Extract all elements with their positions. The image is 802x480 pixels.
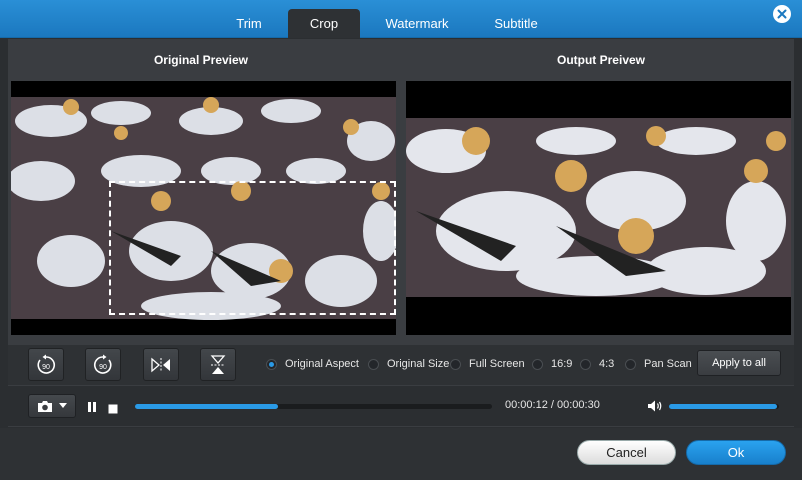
aspect-option-label: Original Size <box>387 358 450 370</box>
tab-strip: Trim Crop Watermark Subtitle <box>210 9 558 38</box>
aspect-16-9[interactable]: 16:9 <box>532 358 572 370</box>
svg-text:90: 90 <box>99 364 107 371</box>
aspect-4-3[interactable]: 4:3 <box>580 358 614 370</box>
radio-dot <box>580 358 591 370</box>
output-frame-image <box>406 81 791 335</box>
radio-dot <box>532 358 543 370</box>
close-button[interactable] <box>773 5 791 23</box>
aspect-full-screen[interactable]: Full Screen <box>450 358 525 370</box>
aspect-option-label: Pan Scan <box>644 358 692 370</box>
dialog-footer: Cancel Ok <box>0 428 802 480</box>
playback-progress-bar[interactable] <box>135 404 492 409</box>
tab-crop[interactable]: Crop <box>288 9 360 38</box>
tab-watermark[interactable]: Watermark <box>360 9 474 38</box>
title-bar: Trim Crop Watermark Subtitle <box>0 0 802 38</box>
aspect-option-label: Full Screen <box>469 358 525 370</box>
output-preview-label: Output Preivew <box>556 53 645 67</box>
svg-text:90: 90 <box>42 364 50 371</box>
snapshot-button[interactable] <box>28 394 76 418</box>
radio-dot <box>450 358 461 370</box>
flip-vertical-button[interactable] <box>200 348 236 381</box>
original-preview-label: Original Preview <box>153 53 249 67</box>
radio-dot <box>625 358 636 370</box>
time-readout: 00:00:12 / 00:00:30 <box>505 399 600 411</box>
rotate-right-button[interactable]: 90 <box>85 348 121 381</box>
radio-dot <box>368 358 379 370</box>
aspect-original-size[interactable]: Original Size <box>368 358 449 370</box>
volume-fill <box>669 404 777 409</box>
volume-icon <box>648 400 662 412</box>
volume-slider[interactable] <box>669 404 779 409</box>
player-controls: 00:00:12 / 00:00:30 <box>8 385 794 427</box>
volume-button[interactable] <box>647 399 663 413</box>
chevron-down-icon <box>59 403 67 408</box>
ok-button[interactable]: Ok <box>686 440 786 465</box>
rotate-left-90-icon: 90 <box>37 354 56 374</box>
aspect-original-aspect[interactable]: Original Aspect <box>266 358 359 370</box>
pause-button[interactable] <box>86 400 98 412</box>
crop-selection-box[interactable] <box>109 181 396 315</box>
cancel-button[interactable]: Cancel <box>577 440 676 465</box>
stop-button[interactable] <box>108 401 118 414</box>
aspect-option-label: Original Aspect <box>285 358 359 370</box>
flip-horizontal-button[interactable] <box>143 348 179 381</box>
preview-area: Original Preview Output Preivew <box>8 39 794 345</box>
rotate-right-90-icon: 90 <box>93 354 112 374</box>
flip-horizontal-icon <box>151 357 170 372</box>
pause-icon <box>88 402 96 412</box>
output-video <box>406 81 791 335</box>
stop-icon <box>108 404 118 414</box>
tab-trim[interactable]: Trim <box>210 9 288 38</box>
radio-dot <box>266 358 277 370</box>
progress-fill <box>135 404 278 409</box>
aspect-option-label: 16:9 <box>551 358 573 370</box>
flip-vertical-icon <box>210 354 226 374</box>
aspect-pan-scan[interactable]: Pan Scan <box>625 358 692 370</box>
original-video[interactable] <box>11 81 396 335</box>
aspect-option-label: 4:3 <box>599 358 615 370</box>
crop-toolbar: 90 90 Original Aspect Original Size Full… <box>8 345 794 385</box>
camera-icon <box>38 400 52 412</box>
rotate-left-button[interactable]: 90 <box>28 348 64 381</box>
apply-to-all-button[interactable]: Apply to all <box>697 350 781 376</box>
tab-subtitle[interactable]: Subtitle <box>474 9 558 38</box>
close-icon <box>777 9 787 19</box>
